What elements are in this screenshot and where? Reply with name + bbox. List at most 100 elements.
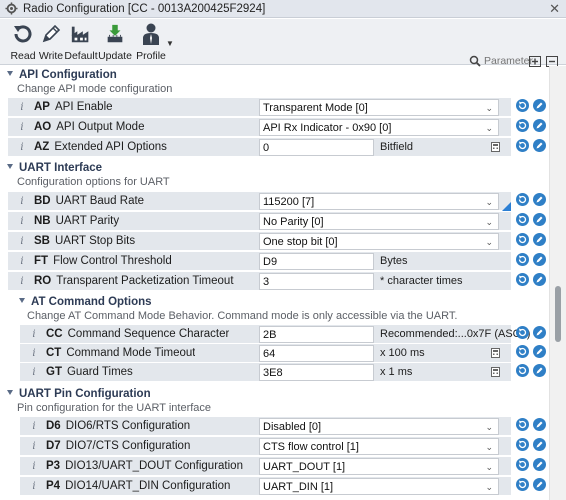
row-actions — [516, 364, 546, 380]
select-value: Transparent Mode [0] — [263, 101, 368, 114]
info-icon[interactable]: i — [14, 256, 30, 267]
section-at-header[interactable]: AT Command Options — [19, 296, 152, 308]
profile-dropdown-icon[interactable]: ▼ — [166, 39, 174, 48]
api-enable-select[interactable]: Transparent Mode [0] ⌄ — [259, 99, 499, 116]
update-button[interactable]: Update — [98, 22, 132, 62]
refresh-param-icon[interactable] — [516, 233, 529, 246]
calculator-icon[interactable] — [491, 142, 500, 152]
info-icon[interactable]: i — [26, 461, 42, 472]
param-code: D6 — [46, 420, 61, 432]
refresh-param-icon[interactable] — [516, 458, 529, 471]
write-param-icon[interactable] — [533, 119, 546, 132]
dio6-rts-select[interactable]: Disabled [0] ⌄ — [259, 418, 499, 435]
write-param-icon[interactable] — [533, 193, 546, 206]
param-code: AZ — [34, 141, 50, 153]
refresh-param-icon[interactable] — [516, 213, 529, 226]
section-uart-title: UART Interface — [19, 162, 103, 174]
unit-label: Bytes — [380, 255, 408, 267]
baud-rate-select[interactable]: 115200 [7] ⌄ — [259, 193, 499, 210]
info-icon[interactable]: i — [14, 236, 30, 247]
write-param-icon[interactable] — [533, 364, 546, 377]
write-param-icon[interactable] — [533, 458, 546, 471]
param-code: P3 — [46, 460, 61, 472]
info-icon[interactable]: i — [14, 276, 30, 287]
dio14-din-select[interactable]: UART_DIN [1] ⌄ — [259, 478, 499, 495]
dio13-dout-select[interactable]: UART_DOUT [1] ⌄ — [259, 458, 499, 475]
info-icon[interactable]: i — [26, 481, 42, 492]
write-param-icon[interactable] — [533, 213, 546, 226]
refresh-param-icon[interactable] — [516, 438, 529, 451]
window-titlebar: Radio Configuration [CC - 0013A200425F29… — [0, 0, 566, 18]
write-param-icon[interactable] — [533, 253, 546, 266]
close-icon[interactable]: ✕ — [549, 2, 560, 16]
vertical-scrollbar[interactable] — [549, 66, 566, 500]
write-param-icon[interactable] — [533, 478, 546, 491]
write-param-icon[interactable] — [533, 233, 546, 246]
setting-row-ro: i RO Transparent Packetization Timeout 3… — [8, 272, 511, 291]
profile-button[interactable]: Profile — [136, 22, 166, 62]
calculator-icon[interactable] — [491, 348, 500, 358]
select-value: 115200 [7] — [263, 195, 315, 208]
stop-bits-select[interactable]: One stop bit [0] ⌄ — [259, 233, 499, 250]
info-icon[interactable]: i — [26, 348, 42, 359]
info-icon[interactable]: i — [26, 421, 42, 432]
section-api-header[interactable]: API Configuration — [7, 69, 117, 81]
flow-control-threshold-field[interactable]: D9 — [259, 253, 374, 270]
parity-select[interactable]: No Parity [0] ⌄ — [259, 213, 499, 230]
info-icon[interactable]: i — [14, 142, 30, 153]
calculator-icon[interactable] — [491, 367, 500, 377]
refresh-param-icon[interactable] — [516, 364, 529, 377]
param-name: DIO7/CTS Configuration — [65, 440, 191, 452]
refresh-param-icon[interactable] — [516, 478, 529, 491]
info-icon[interactable]: i — [26, 329, 42, 340]
info-icon[interactable]: i — [14, 122, 30, 133]
setting-row-sb: i SB UART Stop Bits One stop bit [0] ⌄ — [8, 232, 511, 251]
extended-api-options-field[interactable]: 0 — [259, 139, 374, 156]
refresh-param-icon[interactable] — [516, 193, 529, 206]
api-output-mode-select[interactable]: API Rx Indicator - 0x90 [0] ⌄ — [259, 119, 499, 136]
refresh-param-icon[interactable] — [516, 99, 529, 112]
param-code: NB — [34, 215, 51, 227]
info-icon[interactable]: i — [26, 441, 42, 452]
refresh-param-icon[interactable] — [516, 345, 529, 358]
info-icon[interactable]: i — [14, 216, 30, 227]
param-name: UART Stop Bits — [54, 235, 136, 247]
command-sequence-char-field[interactable]: 2B — [259, 326, 374, 343]
section-pin-header[interactable]: UART Pin Configuration — [7, 388, 151, 400]
write-param-icon[interactable] — [533, 418, 546, 431]
refresh-param-icon[interactable] — [516, 418, 529, 431]
factory-icon — [70, 22, 92, 46]
refresh-param-icon[interactable] — [516, 273, 529, 286]
info-icon[interactable]: i — [14, 102, 30, 113]
write-param-icon[interactable] — [533, 99, 546, 112]
command-mode-timeout-field[interactable]: 64 — [259, 345, 374, 362]
unit-label: Recommended:...0x7F (ASCII) — [380, 328, 531, 340]
packetization-timeout-field[interactable]: 3 — [259, 273, 374, 290]
write-param-icon[interactable] — [533, 139, 546, 152]
refresh-param-icon[interactable] — [516, 253, 529, 266]
write-param-icon[interactable] — [533, 273, 546, 286]
section-api-title: API Configuration — [19, 69, 117, 81]
section-uart-header[interactable]: UART Interface — [7, 162, 102, 174]
refresh-param-icon[interactable] — [516, 139, 529, 152]
write-param-icon[interactable] — [533, 326, 546, 339]
chevron-down-icon: ⌄ — [485, 482, 493, 492]
refresh-param-icon[interactable] — [516, 119, 529, 132]
write-button[interactable]: Write — [38, 22, 64, 62]
scrollbar-thumb[interactable] — [555, 286, 561, 342]
write-param-icon[interactable] — [533, 438, 546, 451]
param-name: Guard Times — [66, 366, 133, 378]
default-button[interactable]: Default — [64, 22, 98, 62]
info-icon[interactable]: i — [26, 367, 42, 378]
dio7-cts-select[interactable]: CTS flow control [1] ⌄ — [259, 438, 499, 455]
param-code: SB — [34, 235, 50, 247]
param-name: Command Sequence Character — [67, 328, 230, 340]
guard-times-field[interactable]: 3E8 — [259, 364, 374, 381]
write-param-icon[interactable] — [533, 345, 546, 358]
read-button[interactable]: Read — [10, 22, 36, 62]
row-actions — [516, 438, 546, 454]
refresh-param-icon[interactable] — [516, 326, 529, 339]
row-actions — [516, 478, 546, 494]
info-icon[interactable]: i — [14, 196, 30, 207]
default-label: Default — [64, 50, 98, 62]
